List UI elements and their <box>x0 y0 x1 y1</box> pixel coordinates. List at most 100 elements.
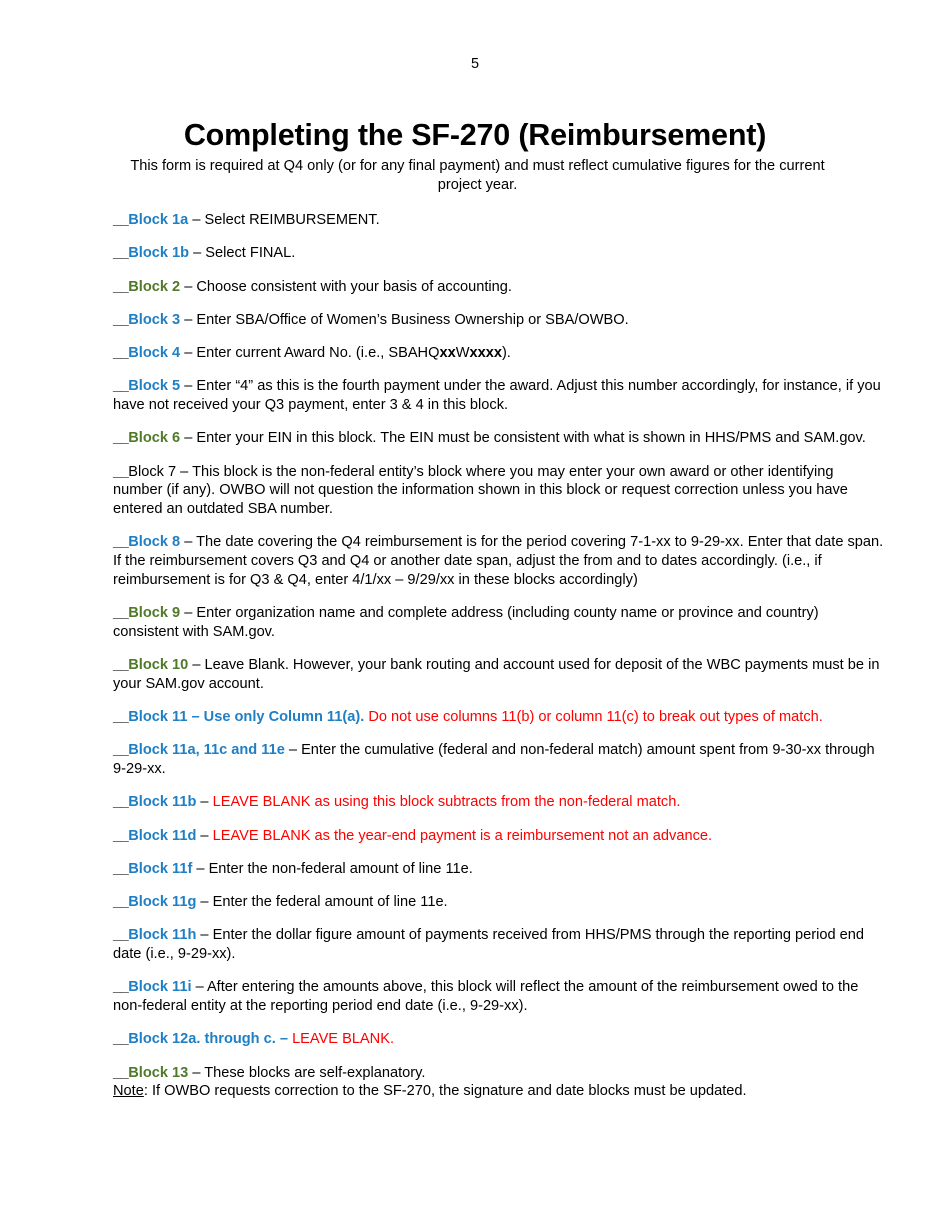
entry-block-10: __Block 10 – Leave Blank. However, your … <box>113 656 885 694</box>
entry-label: Block 11a, 11c and 11e <box>128 742 285 759</box>
entry-block-2: __Block 2 – Choose consistent with your … <box>113 278 885 297</box>
entry-text-pre: Enter current Award No. (i.e., SBAHQ <box>196 345 440 362</box>
entry-block-13: __Block 13 – These blocks are self-expla… <box>113 1064 885 1083</box>
entry-block-6: __Block 6 – Enter your EIN in this block… <box>113 429 885 448</box>
entry-text: These blocks are self-explanatory. <box>204 1064 426 1081</box>
page-number: 5 <box>470 56 480 72</box>
checkbox-marker: __ <box>113 827 129 844</box>
entry-warning-text: LEAVE BLANK. <box>292 1031 394 1048</box>
entry-label: Block 6 <box>128 430 181 447</box>
entry-label: Block 8 <box>128 534 181 551</box>
entry-label: Block 11f <box>128 860 193 877</box>
entry-text: Enter the non-federal amount of line 11e… <box>208 860 473 877</box>
entry-block-1a: __Block 1a – Select REIMBURSEMENT. <box>113 211 885 230</box>
entry-separator: – <box>180 534 197 551</box>
entry-text: The date covering the Q4 reimbursement i… <box>113 534 884 588</box>
entry-block-11h: __Block 11h – Enter the dollar figure am… <box>113 926 885 964</box>
document-body: __Block 1a – Select REIMBURSEMENT. __Blo… <box>0 195 950 1101</box>
checkbox-marker: __ <box>113 1031 129 1048</box>
entry-separator: – <box>191 979 207 996</box>
entry-label: Block 12a. through c. <box>128 1031 276 1048</box>
entry-text: Select FINAL. <box>205 245 296 262</box>
checkbox-marker: __ <box>113 657 129 674</box>
checkbox-marker: __ <box>113 709 129 726</box>
entry-label: Block 3 <box>128 311 181 328</box>
entry-text: Enter your EIN in this block. The EIN mu… <box>196 430 866 447</box>
entry-text: Choose consistent with your basis of acc… <box>196 278 512 295</box>
entry-block-11d: __Block 11d – LEAVE BLANK as the year-en… <box>113 827 885 846</box>
entry-block-8: __Block 8 – The date covering the Q4 rei… <box>113 533 885 589</box>
checkbox-marker: __ <box>113 311 129 328</box>
entry-text: This block is the non-federal entity’s b… <box>113 463 848 518</box>
checkbox-marker: __ <box>113 430 129 447</box>
checkbox-marker: __ <box>113 245 129 262</box>
checkbox-marker: __ <box>113 463 129 480</box>
entry-label: Block 9 <box>128 605 181 622</box>
entry-label: Block 10 <box>128 657 189 674</box>
checkbox-marker: __ <box>113 927 129 944</box>
entry-separator: – <box>188 1064 205 1081</box>
checkbox-marker: __ <box>113 742 129 759</box>
entry-block-11: __Block 11 – Use only Column 11(a). Do n… <box>113 708 885 727</box>
checkbox-marker: __ <box>113 979 129 996</box>
award-number-segment-2: xxxx <box>469 345 502 362</box>
entry-separator: – <box>284 742 302 759</box>
entry-separator: – <box>196 927 213 944</box>
entry-separator: – <box>188 212 205 229</box>
entry-separator: – <box>180 278 197 295</box>
entry-label: Block 11h <box>128 927 197 944</box>
entry-separator: – <box>192 860 209 877</box>
entry-label: Block 11 – Use only Column 11(a) <box>128 709 361 726</box>
note-line: Note: If OWBO requests correction to the… <box>113 1082 885 1101</box>
entry-warning-text: Do not use columns 11(b) or column 11(c)… <box>368 709 823 726</box>
entry-block-1b: __Block 1b – Select FINAL. <box>113 244 885 263</box>
note-text: If OWBO requests correction to the SF-27… <box>151 1083 747 1100</box>
entry-label: Block 11d <box>128 827 197 844</box>
entry-separator: – <box>189 245 206 262</box>
checkbox-marker: __ <box>113 860 129 877</box>
page-title: Completing the SF-270 (Reimbursement) <box>183 117 767 152</box>
entry-block-11a-11c-11e: __Block 11a, 11c and 11e – Enter the cum… <box>113 741 885 779</box>
entry-block-3: __Block 3 – Enter SBA/Office of Women’s … <box>113 311 885 330</box>
checkbox-marker: __ <box>113 794 129 811</box>
entry-warning-text: LEAVE BLANK as using this block subtract… <box>212 794 681 811</box>
entry-label: Block 7 <box>128 463 177 480</box>
checkbox-marker: __ <box>113 534 129 551</box>
entry-text: Enter organization name and complete add… <box>113 605 819 640</box>
page-subtitle: This form is required at Q4 only (or for… <box>130 157 825 193</box>
entry-separator: – <box>180 430 197 447</box>
entry-block-11b: __Block 11b – LEAVE BLANK as using this … <box>113 793 885 812</box>
note-separator: : <box>143 1083 152 1100</box>
checkbox-marker: __ <box>113 278 129 295</box>
entry-separator: – <box>196 894 213 911</box>
entry-text: Enter SBA/Office of Women’s Business Own… <box>196 311 629 328</box>
entry-label: Block 1b <box>128 245 190 262</box>
entry-block-11f: __Block 11f – Enter the non-federal amou… <box>113 860 885 879</box>
entry-separator: – <box>196 827 213 844</box>
checkbox-marker: __ <box>113 212 129 229</box>
checkbox-marker: __ <box>113 605 129 622</box>
entry-text-post: ). <box>501 345 511 362</box>
entry-label: Block 1a <box>128 212 189 229</box>
entry-text: Select REIMBURSEMENT. <box>204 212 380 229</box>
award-number-segment-1: xx <box>439 345 456 362</box>
entry-block-9: __Block 9 – Enter organization name and … <box>113 604 885 642</box>
entry-separator: – <box>275 1031 293 1048</box>
entry-separator: – <box>196 794 213 811</box>
entry-separator: – <box>188 657 205 674</box>
entry-block-7: __Block 7 – This block is the non-federa… <box>113 463 885 519</box>
entry-text: Enter the dollar figure amount of paymen… <box>113 927 864 963</box>
document-page: 5 Completing the SF-270 (Reimbursement) … <box>0 0 950 1230</box>
note-label: Note <box>113 1083 144 1100</box>
entry-label: Block 2 <box>128 278 181 295</box>
entry-label: Block 5 <box>128 378 181 395</box>
checkbox-marker: __ <box>113 894 129 911</box>
checkbox-marker: __ <box>113 378 129 395</box>
checkbox-marker: __ <box>113 1064 129 1081</box>
entry-label: Block 11b <box>128 794 197 811</box>
entry-block-11i: __Block 11i – After entering the amounts… <box>113 978 885 1016</box>
checkbox-marker: __ <box>113 345 129 362</box>
entry-text: Enter the federal amount of line 11e. <box>212 894 448 911</box>
entry-separator: – <box>180 605 197 622</box>
entry-block-5: __Block 5 – Enter “4” as this is the fou… <box>113 377 885 415</box>
